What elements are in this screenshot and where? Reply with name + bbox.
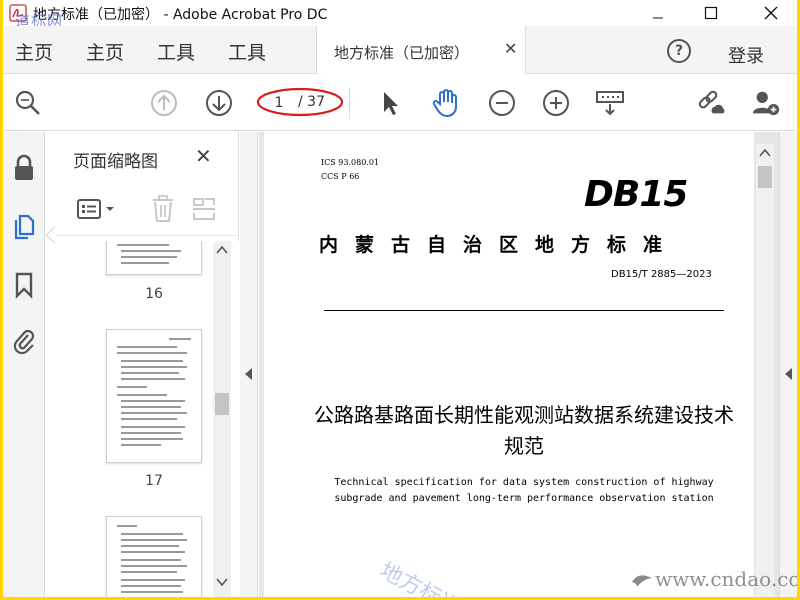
collapse-left-icon <box>245 368 252 380</box>
add-user-icon[interactable] <box>751 88 781 118</box>
menu-home[interactable]: 主页 <box>15 38 53 65</box>
menu-home-2[interactable]: 主页 <box>86 38 124 65</box>
page-navigator: / 37 <box>256 87 344 117</box>
delete-page-icon[interactable] <box>151 195 175 227</box>
thumbnail-page[interactable] <box>106 329 202 463</box>
watermark-site: www.cndao.com <box>655 567 797 591</box>
thumbnails-title: 页面缩略图 <box>73 152 158 172</box>
lock-icon[interactable] <box>11 154 37 182</box>
page-thumbnails-icon[interactable] <box>11 212 37 240</box>
thumbnail-page[interactable] <box>106 241 202 275</box>
thumbnail-label: 16 <box>145 286 163 302</box>
panel-pointer-inner <box>47 228 55 242</box>
minimize-button[interactable] <box>635 0 681 26</box>
toolbar-separator <box>349 87 350 119</box>
thumbnail-label: 17 <box>145 473 163 489</box>
document-tab-title: 地方标准（已加密） <box>334 44 470 62</box>
bird-logo-icon <box>632 575 652 587</box>
window-title: 地方标准（已加密） - Adobe Acrobat Pro DC <box>33 7 328 23</box>
bookmark-icon[interactable] <box>11 271 37 299</box>
hand-tool-icon[interactable] <box>431 88 461 118</box>
maximize-button[interactable] <box>688 0 734 26</box>
thumbnail-page[interactable] <box>106 516 202 597</box>
close-icon <box>764 6 778 20</box>
document-tab-close-icon[interactable]: ✕ <box>504 39 517 58</box>
thumbnails-list: 16 17 <box>56 241 239 597</box>
scroll-down-icon[interactable] <box>216 577 228 587</box>
close-window-button[interactable] <box>748 0 794 26</box>
menu-bar: 主页 主页 工具 工具 地方标准（已加密） ✕ ? 登录 <box>3 26 797 74</box>
standard-number: DB15/T 2885—2023 <box>611 269 712 280</box>
fit-page-icon[interactable] <box>595 88 625 118</box>
document-tab[interactable]: 地方标准（已加密） ✕ <box>316 26 526 74</box>
ccs-line: CCS P 66 <box>321 172 360 181</box>
document-title-zh: 公路路基路面长期性能观测站数据系统建设技术规范 <box>314 403 734 458</box>
acrobat-window: 地方标准（已加密） - Adobe Acrobat Pro DC 道标网 主页 … <box>3 0 797 597</box>
thumbnails-close-icon[interactable]: ✕ <box>195 144 212 168</box>
document-scrollbar[interactable] <box>756 144 774 597</box>
thumbnails-panel: 页面缩略图 ✕ 16 17 <box>56 132 239 597</box>
document-scrollbar-thumb[interactable] <box>758 166 772 188</box>
highlight-oval <box>256 87 344 117</box>
next-page-icon[interactable] <box>204 88 234 118</box>
standard-type: 内蒙古自治区地方标准 <box>319 234 680 256</box>
attachment-icon[interactable] <box>11 327 37 355</box>
standard-logo: DB15 <box>584 174 688 215</box>
maximize-icon <box>704 6 718 20</box>
document-area: ICS 93.080.01 CCS P 66 DB15 内蒙古自治区地方标准 D… <box>259 132 779 597</box>
menu-tools[interactable]: 工具 <box>157 38 195 65</box>
header-rule <box>324 310 724 311</box>
title-bar: 地方标准（已加密） - Adobe Acrobat Pro DC 道标网 <box>3 0 797 30</box>
document-page: ICS 93.080.01 CCS P 66 DB15 内蒙古自治区地方标准 D… <box>264 132 754 597</box>
navigation-rail <box>3 132 45 597</box>
minimize-icon <box>653 17 663 19</box>
left-panel-toggle[interactable] <box>240 132 258 597</box>
scroll-up-icon[interactable] <box>216 245 228 255</box>
thumbnails-scrollbar-thumb[interactable] <box>215 393 229 415</box>
search-icon[interactable] <box>13 88 43 118</box>
zoom-in-icon[interactable] <box>541 88 571 118</box>
collapse-right-icon <box>785 368 792 380</box>
login-button[interactable]: 登录 <box>728 42 764 68</box>
ics-line: ICS 93.080.01 <box>321 158 380 167</box>
thumbnails-scrollbar[interactable] <box>213 241 231 597</box>
zoom-out-icon[interactable] <box>487 88 517 118</box>
share-link-icon[interactable] <box>696 88 726 118</box>
help-icon[interactable]: ? <box>667 39 691 63</box>
select-cursor-icon[interactable] <box>375 88 405 118</box>
toolbar: / 37 <box>3 75 797 131</box>
menu-tools-2[interactable]: 工具 <box>228 38 266 65</box>
previous-page-icon[interactable] <box>149 88 179 118</box>
document-title-en: Technical specification for data system … <box>334 477 714 504</box>
page-layout-icon[interactable] <box>191 195 217 227</box>
thumbnail-options-icon[interactable] <box>76 197 120 225</box>
ics-code: ICS 93.080.01 CCS P 66 <box>321 156 379 184</box>
thumbnails-toolbar <box>56 182 239 236</box>
right-panel-toggle[interactable] <box>779 132 797 597</box>
doc-scroll-up-icon[interactable] <box>759 148 771 158</box>
